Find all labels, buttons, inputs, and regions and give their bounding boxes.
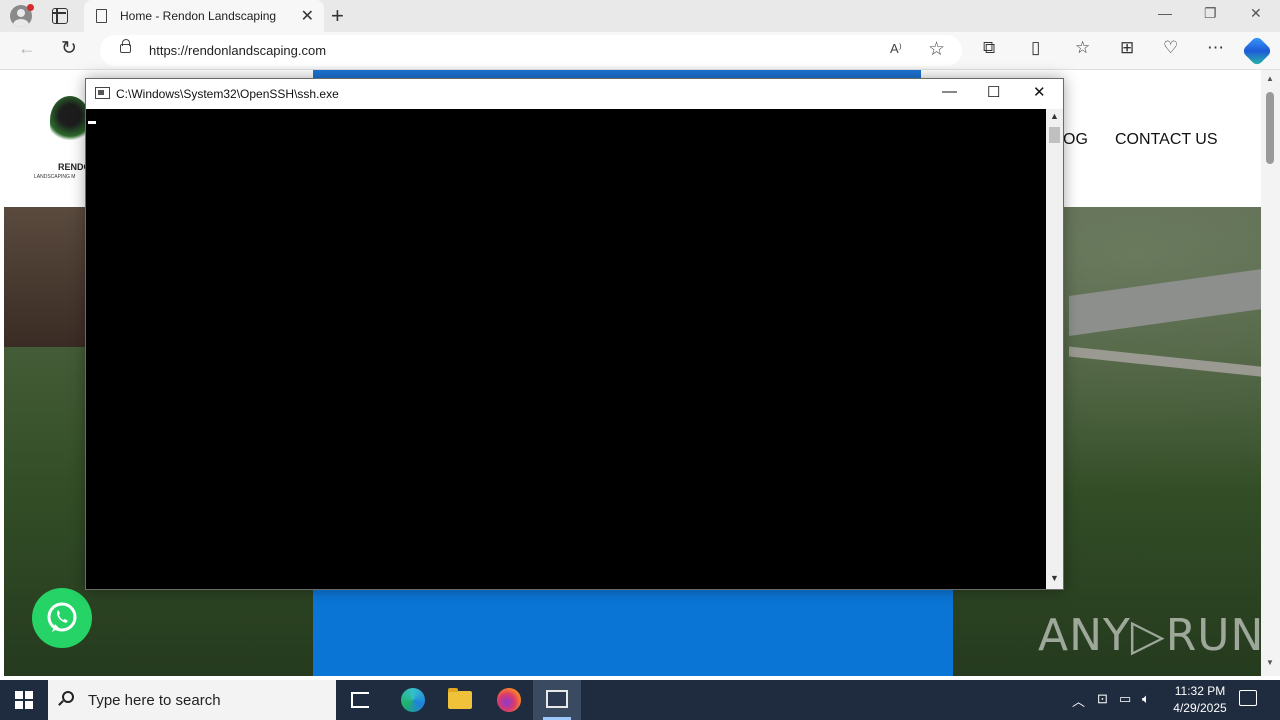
close-button[interactable]: ✕ [1250, 5, 1262, 22]
search-icon [62, 691, 74, 703]
restore-button[interactable]: ❐ [1204, 5, 1217, 22]
console-scroll-thumb[interactable] [1049, 127, 1060, 143]
whatsapp-button[interactable] [32, 588, 92, 648]
chevron-up-icon[interactable]: ︿ [1072, 691, 1085, 710]
notification-icon[interactable] [1239, 690, 1257, 706]
file-explorer-icon [448, 688, 472, 709]
logo-tagline: LANDSCAPING M [34, 174, 76, 180]
console-scrollbar[interactable]: ▲ ▼ [1046, 109, 1063, 589]
volume-icon[interactable]: 🔈︎ [1142, 691, 1150, 707]
scroll-down-icon[interactable]: ▼ [1266, 658, 1274, 667]
hero-house [4, 207, 94, 347]
search-placeholder: Type here to search [88, 692, 221, 709]
clock-date: 4/29/2025 [1173, 701, 1227, 715]
hero-road [1069, 267, 1261, 337]
split-screen-icon[interactable]: ▯ [1031, 38, 1040, 58]
whatsapp-icon [47, 602, 77, 632]
anyrun-watermark: ANY▷RUN [1038, 610, 1261, 661]
browser-titlebar: Home - Rendon Landscaping ✕ + — ❐ ✕ [0, 0, 1280, 32]
favorites-icon[interactable]: ☆ [1075, 38, 1090, 58]
windows-start-icon[interactable] [15, 691, 33, 709]
taskbar: Type here to search [0, 680, 1280, 720]
edge-icon [401, 688, 425, 712]
console-output[interactable] [86, 109, 1046, 589]
extensions-icon[interactable]: ⧉ [983, 38, 995, 58]
nav-link-contact[interactable]: CONTACT US [1115, 131, 1218, 149]
ssh-console-window[interactable]: C:\Windows\System32\OpenSSH\ssh.exe — ☐ … [85, 78, 1064, 590]
nav-link-blog[interactable]: OG [1063, 131, 1088, 149]
page-scrollbar[interactable]: ▲ ▼ [1261, 70, 1280, 676]
tabs-icon[interactable] [52, 8, 68, 24]
collections-icon[interactable]: ⊞ [1120, 38, 1134, 58]
chevron-down-icon[interactable]: ▼ [1050, 573, 1059, 583]
firefox-icon [497, 688, 521, 712]
minimize-button[interactable]: — [1158, 5, 1172, 21]
hero-path [1069, 346, 1261, 378]
tree-logo-icon [50, 96, 90, 144]
read-aloud-icon[interactable]: A⁾ [890, 41, 902, 57]
url-text[interactable]: https://rendonlandscaping.com [149, 43, 326, 58]
console-taskbar-icon [546, 690, 568, 708]
console-maximize-button[interactable]: ☐ [987, 83, 1000, 101]
meet-icon[interactable]: ⊡ [1097, 691, 1108, 707]
page-icon [96, 9, 107, 23]
taskbar-console[interactable] [533, 680, 581, 720]
clock-time: 11:32 PM [1174, 684, 1226, 698]
tab-title: Home - Rendon Landscaping [120, 9, 277, 23]
scroll-up-icon[interactable]: ▲ [1266, 74, 1274, 83]
lock-icon[interactable] [120, 39, 131, 53]
console-titlebar[interactable]: C:\Windows\System32\OpenSSH\ssh.exe — ☐ … [86, 79, 1063, 109]
console-app-icon [95, 87, 110, 99]
popup-close-area[interactable] [921, 70, 953, 78]
browser-tab[interactable]: Home - Rendon Landscaping ✕ [84, 0, 324, 32]
text-cursor [88, 121, 96, 124]
taskbar-edge[interactable] [387, 680, 435, 720]
profile-alert-dot [27, 4, 34, 11]
back-icon[interactable]: ← [18, 38, 36, 59]
taskbar-clock[interactable]: 11:32 PM 4/29/2025 [1160, 683, 1240, 717]
chevron-up-icon[interactable]: ▲ [1050, 111, 1059, 121]
taskbar-file-explorer[interactable] [436, 680, 484, 720]
taskbar-firefox[interactable] [484, 680, 532, 720]
new-tab-button[interactable]: + [331, 3, 344, 29]
reload-icon[interactable]: ↻ [61, 37, 77, 60]
console-title: C:\Windows\System32\OpenSSH\ssh.exe [116, 87, 339, 101]
scroll-thumb[interactable] [1266, 92, 1274, 164]
taskbar-search[interactable]: Type here to search [48, 680, 336, 720]
favorite-icon[interactable]: ☆ [928, 38, 945, 61]
tab-close-button[interactable]: ✕ [301, 6, 314, 26]
network-icon[interactable]: ▭ [1119, 691, 1131, 707]
console-minimize-button[interactable]: — [942, 83, 957, 100]
more-icon[interactable]: ⋯ [1207, 38, 1224, 58]
popup-top-edge [313, 70, 921, 78]
performance-icon[interactable]: ♡ [1163, 38, 1178, 58]
address-bar[interactable]: https://rendonlandscaping.com A⁾ ☆ [100, 35, 962, 66]
popup-panel [313, 589, 953, 676]
console-close-button[interactable]: ✕ [1033, 83, 1046, 101]
task-view-icon[interactable] [351, 692, 369, 708]
